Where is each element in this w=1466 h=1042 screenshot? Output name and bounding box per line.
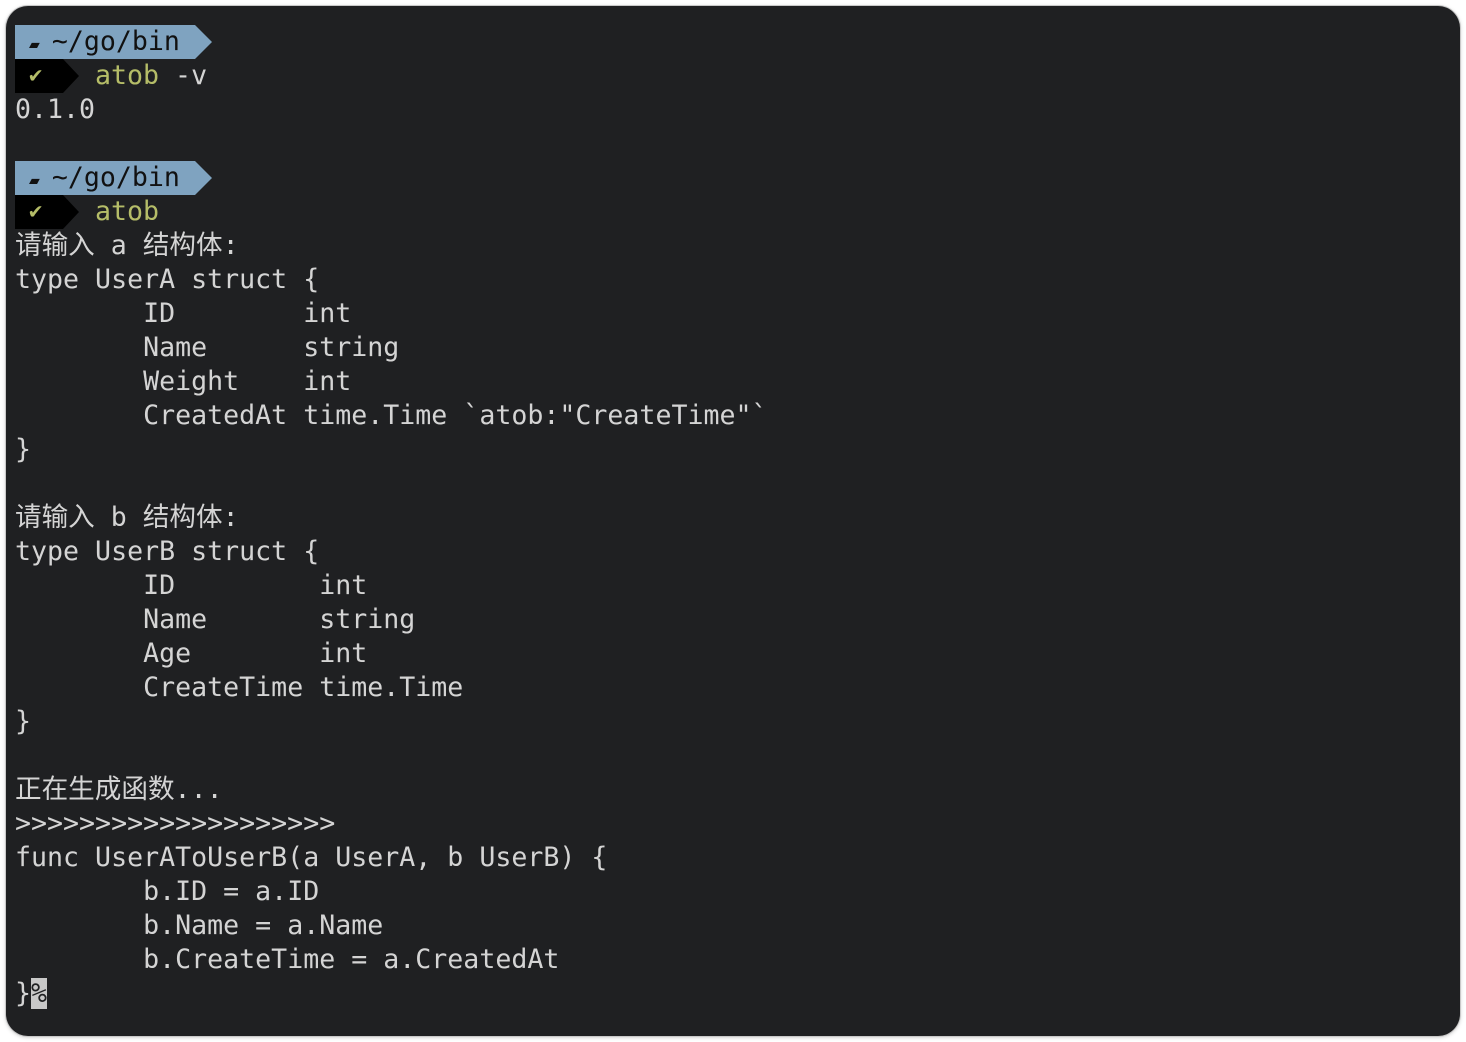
terminal-line: >>>>>>>>>>>>>>>>>>>> [15, 807, 768, 841]
command-args: -v [159, 60, 208, 91]
output-text: type UserB struct { [15, 536, 320, 567]
terminal-window: ▰ ~/go/bin ✔ atob -v 0.1.0 ▰ ~/go/bin ✔ atob 请输入 … [6, 6, 1460, 1036]
output-text: Name string [15, 332, 400, 363]
output-text: CreateTime time.Time [15, 672, 464, 703]
output-text: CreatedAt time.Time `atob:"CreateTime"` [15, 400, 768, 431]
terminal-cursor: % [31, 978, 48, 1009]
command-name: atob [95, 196, 160, 227]
prompt-status-segment: ✔ [15, 195, 79, 229]
terminal-line: 正在生成函数... [15, 773, 768, 807]
check-icon: ✔ [29, 63, 43, 88]
terminal-line: 请输入 b 结构体: [15, 501, 768, 535]
output-text: } [15, 706, 32, 737]
output-text: ID int [15, 298, 352, 329]
output-text: type UserA struct { [15, 264, 320, 295]
terminal-line: type UserA struct { [15, 263, 768, 297]
terminal-line: CreateTime time.Time [15, 671, 768, 705]
output-text: } [15, 434, 32, 465]
output-text: 正在生成函数... [15, 774, 223, 805]
command-name: atob [95, 60, 160, 91]
terminal-line: }% [15, 977, 768, 1011]
check-icon: ✔ [29, 199, 43, 224]
folder-open-icon: ▰ [29, 170, 40, 191]
output-text: b.ID = a.ID [15, 876, 320, 907]
folder-open-icon: ▰ [29, 34, 40, 55]
output-text: b.CreateTime = a.CreatedAt [15, 944, 560, 975]
terminal-line: b.ID = a.ID [15, 875, 768, 909]
terminal-line: b.Name = a.Name [15, 909, 768, 943]
output-text: Weight int [15, 366, 352, 397]
prompt-directory-text: ~/go/bin [51, 162, 180, 193]
output-text: ID int [15, 570, 368, 601]
output-text: 请输入 b 结构体: [15, 502, 239, 533]
output-text: 请输入 a 结构体: [15, 230, 239, 261]
prompt-status-segment: ✔ [15, 59, 79, 93]
prompt-directory-text: ~/go/bin [51, 26, 180, 57]
output-text: } [15, 978, 32, 1009]
output-text: >>>>>>>>>>>>>>>>>>>> [15, 808, 336, 839]
terminal-line: Name string [15, 603, 768, 637]
prompt-directory-line: ▰ ~/go/bin [15, 161, 768, 195]
prompt-command-line: ✔ atob [15, 195, 768, 229]
prompt-directory-segment: ▰ ~/go/bin [15, 25, 212, 59]
prompt-directory-line: ▰ ~/go/bin [15, 25, 768, 59]
terminal-line: } [15, 433, 768, 467]
terminal-line: ID int [15, 297, 768, 331]
terminal-line: b.CreateTime = a.CreatedAt [15, 943, 768, 977]
output-text: Age int [15, 638, 368, 669]
terminal-output[interactable]: ▰ ~/go/bin ✔ atob -v 0.1.0 ▰ ~/go/bin ✔ atob 请输入 … [15, 25, 768, 1011]
terminal-line: } [15, 705, 768, 739]
prompt-directory-segment: ▰ ~/go/bin [15, 161, 212, 195]
terminal-line: CreatedAt time.Time `atob:"CreateTime"` [15, 399, 768, 433]
terminal-line: ID int [15, 569, 768, 603]
output-text: func UserAToUserB(a UserA, b UserB) { [15, 842, 608, 873]
terminal-line: 0.1.0 [15, 93, 768, 127]
terminal-line: Weight int [15, 365, 768, 399]
output-text: Name string [15, 604, 416, 635]
terminal-line: type UserB struct { [15, 535, 768, 569]
terminal-line: func UserAToUserB(a UserA, b UserB) { [15, 841, 768, 875]
prompt-command-line: ✔ atob -v [15, 59, 768, 93]
terminal-line: 请输入 a 结构体: [15, 229, 768, 263]
terminal-line: Age int [15, 637, 768, 671]
output-text: 0.1.0 [15, 94, 96, 125]
output-text: b.Name = a.Name [15, 910, 384, 941]
terminal-line: Name string [15, 331, 768, 365]
